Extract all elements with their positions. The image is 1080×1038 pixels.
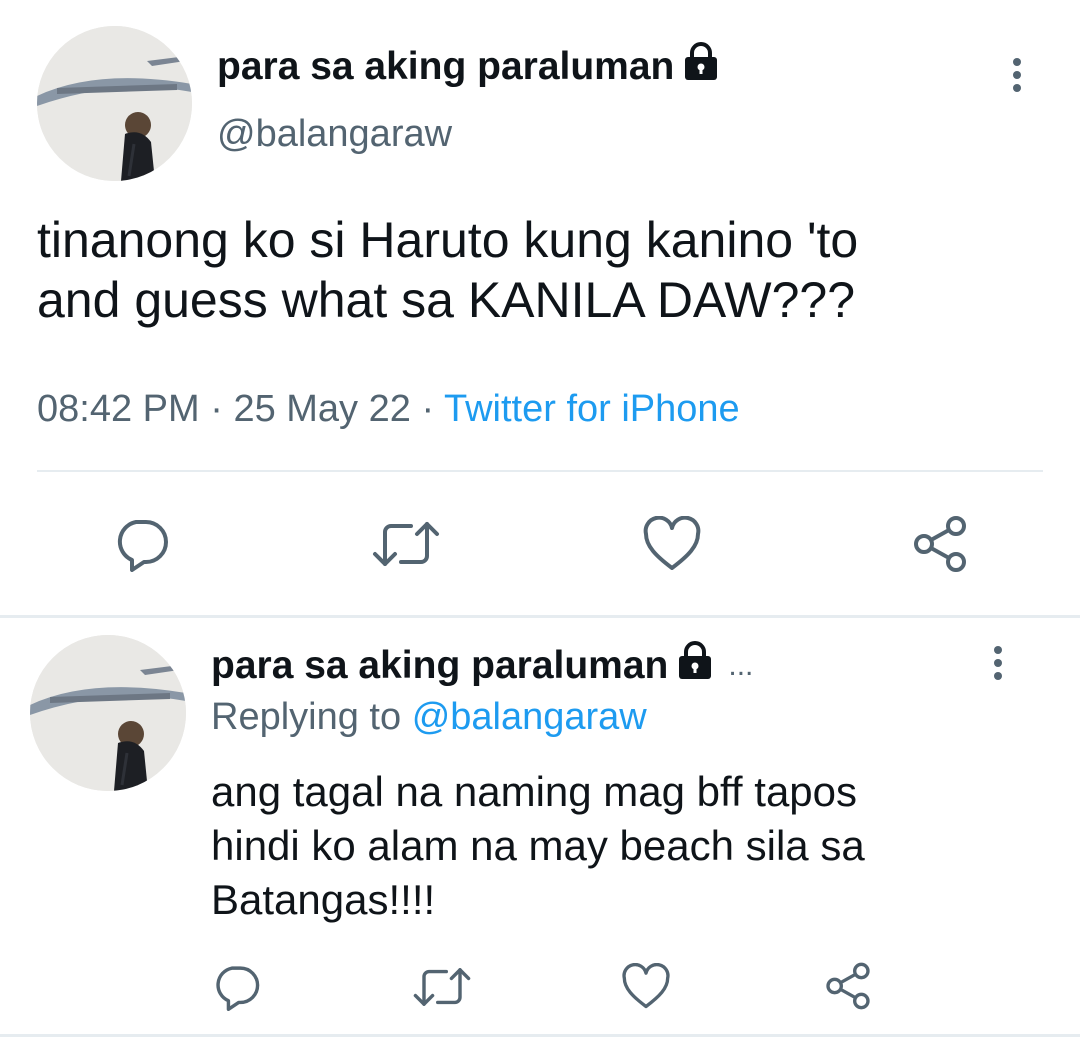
tweet-text: tinanong ko si Haruto kung kanino 'to an… <box>37 210 1047 330</box>
tweet-date[interactable]: 25 May 22 <box>233 388 410 430</box>
handle[interactable]: @balangaraw <box>217 113 452 156</box>
lock-icon <box>682 42 720 92</box>
like-button[interactable] <box>621 962 671 1015</box>
retweet-button[interactable] <box>371 516 441 577</box>
tweet-time[interactable]: 08:42 PM <box>37 388 200 430</box>
reply-text: ang tagal na naming mag bff tapos hindi … <box>211 765 1051 926</box>
meta-separator: · <box>210 388 223 430</box>
meta-separator: · <box>421 388 435 430</box>
more-vertical-icon[interactable] <box>1011 58 1023 92</box>
avatar-photo <box>37 26 192 181</box>
reply-text-line: hindi ko alam na may beach sila sa <box>211 821 865 869</box>
tweet-source[interactable]: Twitter for iPhone <box>444 388 740 430</box>
tweet-meta: 08:42 PM · 25 May 22 · Twitter for iPhon… <box>37 388 740 431</box>
avatar[interactable] <box>30 635 186 791</box>
reply-bubble-icon <box>216 966 260 1011</box>
avatar[interactable] <box>37 26 192 181</box>
truncation-ellipsis: ... <box>728 649 754 682</box>
bottom-divider <box>0 1034 1080 1037</box>
retweet-icon <box>413 968 471 1006</box>
retweet-button[interactable] <box>412 963 472 1016</box>
share-button[interactable] <box>823 961 873 1016</box>
heart-icon <box>643 515 701 570</box>
display-name-text: para sa aking paraluman <box>217 45 675 88</box>
display-name[interactable]: para sa aking paraluman <box>217 42 720 92</box>
share-icon <box>914 516 966 572</box>
tweet-text-line: tinanong ko si Haruto kung kanino 'to <box>37 212 859 268</box>
display-name[interactable]: para sa aking paraluman ... <box>211 641 754 691</box>
reply-button[interactable] <box>213 963 261 1016</box>
share-icon <box>826 962 870 1010</box>
reply-text-line: ang tagal na naming mag bff tapos <box>211 768 858 815</box>
heart-icon <box>622 962 670 1009</box>
lock-icon <box>676 641 714 691</box>
like-button[interactable] <box>642 515 702 577</box>
reply-button[interactable] <box>114 516 170 577</box>
avatar-photo <box>30 635 186 791</box>
display-name-text: para sa aking paraluman <box>211 644 669 687</box>
divider <box>37 470 1043 472</box>
more-vertical-icon[interactable] <box>992 646 1004 680</box>
share-button[interactable] <box>910 514 970 579</box>
replying-to: Replying to @balangaraw <box>211 696 647 739</box>
replying-to-handle[interactable]: @balangaraw <box>412 696 647 738</box>
replying-to-label: Replying to <box>211 696 402 738</box>
tweet-text-line: and guess what sa KANILA DAW??? <box>37 272 856 328</box>
retweet-icon <box>373 522 439 566</box>
section-divider <box>0 615 1080 618</box>
reply-text-line: Batangas!!!! <box>211 875 436 923</box>
reply-bubble-icon <box>117 520 168 572</box>
